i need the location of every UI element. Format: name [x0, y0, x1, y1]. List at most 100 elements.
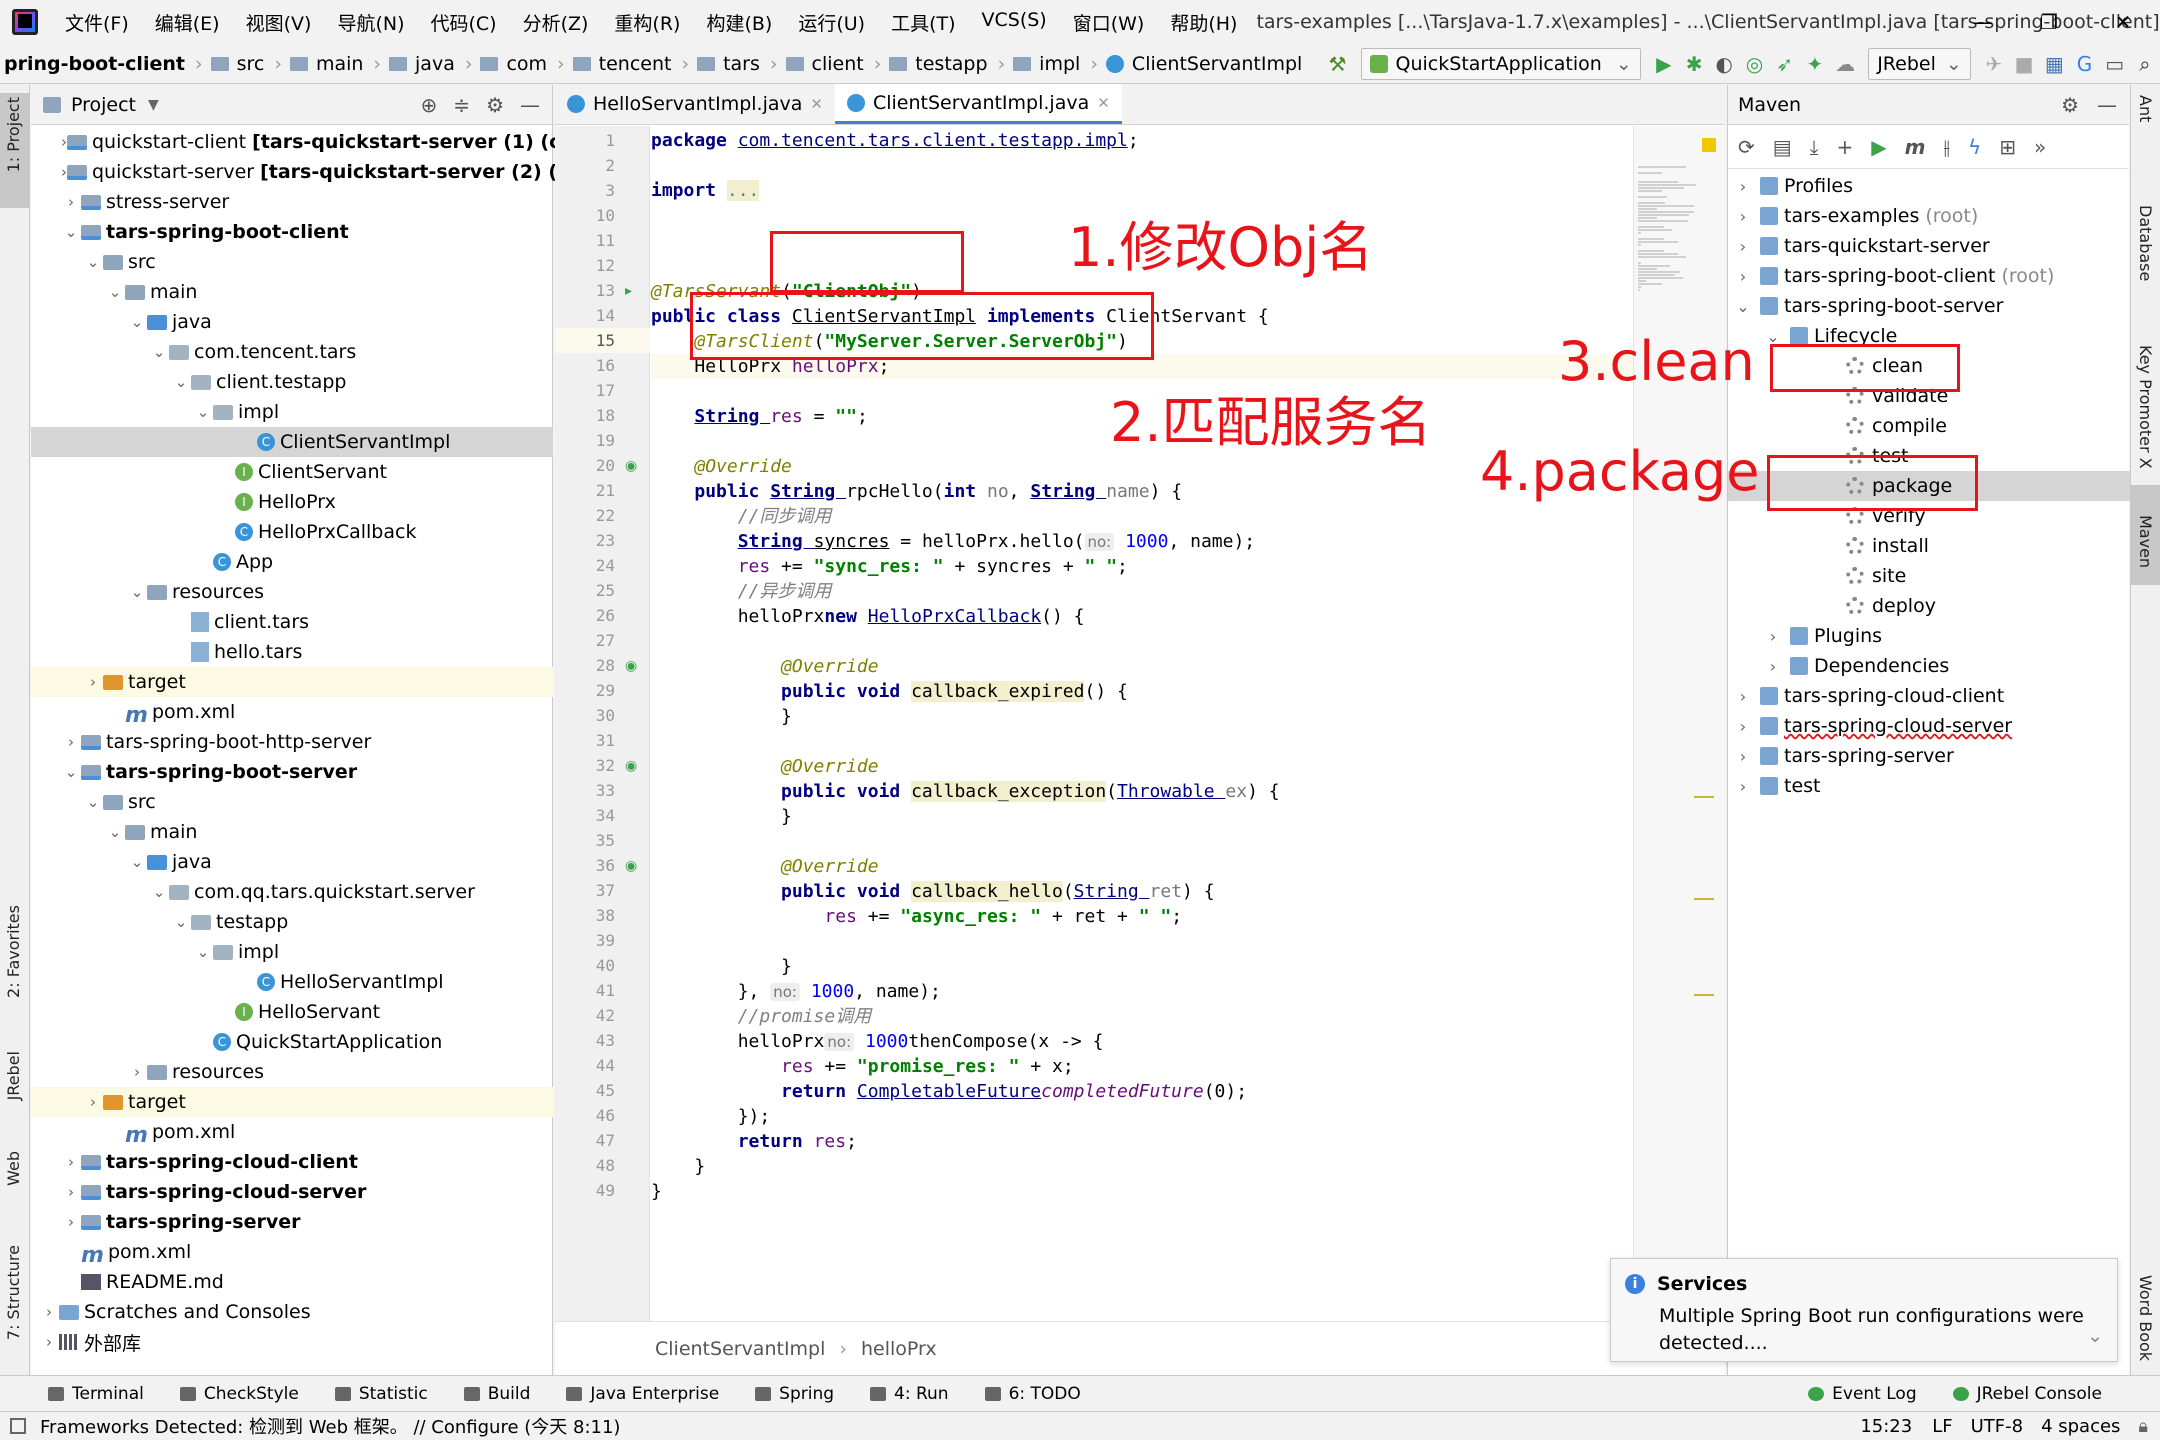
- project-tree-item[interactable]: ⌄ java: [31, 847, 553, 877]
- maven-lifecycle-goal[interactable]: validate: [1728, 381, 2130, 411]
- chevron-right-icon[interactable]: ›: [127, 1063, 147, 1081]
- chevron-down-icon[interactable]: ⌄: [61, 763, 81, 781]
- project-tree-item[interactable]: ⌄ testapp: [31, 907, 553, 937]
- menu-item[interactable]: 代码(C): [417, 9, 509, 36]
- maven-lifecycle-goal[interactable]: compile: [1728, 411, 2130, 441]
- project-tree-item[interactable]: C QuickStartApplication: [31, 1027, 553, 1057]
- chevron-right-icon[interactable]: ›: [61, 193, 81, 211]
- layout-icon[interactable]: ▭: [2104, 49, 2126, 79]
- tab-project[interactable]: 1: Project: [4, 97, 23, 172]
- project-tree-item[interactable]: ⌄ com.tencent.tars: [31, 337, 553, 367]
- project-tree-item[interactable]: › stress-server: [31, 187, 553, 217]
- jrebel-update-icon[interactable]: ✈: [1983, 49, 2005, 79]
- toggle-offline-icon[interactable]: ⫲: [1944, 135, 1950, 159]
- chevron-down-icon[interactable]: ⌄: [105, 823, 125, 841]
- bottom-tab[interactable]: 6: TODO: [967, 1384, 1099, 1404]
- menu-item[interactable]: 窗口(W): [1060, 9, 1158, 36]
- chevron-right-icon[interactable]: ›: [1764, 657, 1782, 676]
- chevron-right-icon[interactable]: ›: [1734, 177, 1752, 196]
- project-tree-item[interactable]: ⌄ impl: [31, 397, 553, 427]
- chevron-down-icon[interactable]: ⌄: [1734, 297, 1752, 316]
- dropdown-icon[interactable]: ▼: [148, 97, 159, 113]
- gear-icon[interactable]: ⚙: [2061, 93, 2079, 117]
- breadcrumb-item[interactable]: main ›: [286, 53, 385, 75]
- maven-tree-item[interactable]: › tars-spring-boot-client (root): [1728, 261, 2130, 291]
- project-tree-item[interactable]: m pom.xml: [31, 1237, 553, 1268]
- breadcrumb-item[interactable]: java ›: [385, 53, 476, 75]
- chevron-down-icon[interactable]: ⌄: [193, 403, 213, 421]
- chevron-right-icon[interactable]: ›: [1734, 747, 1752, 766]
- tab-structure[interactable]: 7: Structure: [4, 1245, 23, 1340]
- breadcrumb-item[interactable]: client ›: [782, 53, 886, 75]
- debug-icon[interactable]: ✱: [1683, 49, 1705, 79]
- project-tree-item[interactable]: › target: [31, 1087, 553, 1117]
- project-tree-item[interactable]: ⌄ client.testapp: [31, 367, 553, 397]
- line-separator[interactable]: LF: [1932, 1416, 1952, 1437]
- chevron-right-icon[interactable]: ›: [1734, 687, 1752, 706]
- breadcrumb-item[interactable]: impl ›: [1009, 53, 1102, 75]
- menu-item[interactable]: VCS(S): [969, 9, 1060, 36]
- tab-web[interactable]: Web: [4, 1151, 23, 1186]
- project-tree-item[interactable]: › resources: [31, 1057, 553, 1087]
- chevron-down-icon[interactable]: ⌄: [193, 943, 213, 961]
- tab-word-book[interactable]: Word Book: [2136, 1275, 2155, 1361]
- close-button[interactable]: ✕: [2090, 0, 2156, 44]
- chevron-right-icon[interactable]: ›: [39, 1303, 59, 1321]
- minimize-button[interactable]: —: [1950, 0, 2016, 44]
- maven-tree-item[interactable]: › tars-spring-server: [1728, 741, 2130, 771]
- chevron-right-icon[interactable]: ›: [83, 673, 103, 691]
- execute-goal-icon[interactable]: m: [1905, 135, 1926, 159]
- attach-icon[interactable]: ☁: [1834, 49, 1856, 79]
- project-tree-item[interactable]: › 外部库: [31, 1327, 553, 1357]
- status-message[interactable]: Frameworks Detected: 检测到 Web 框架。 // Conf…: [40, 1413, 620, 1439]
- maven-tree-item[interactable]: › tars-spring-cloud-client: [1728, 681, 2130, 711]
- project-tree-item[interactable]: C HelloPrxCallback: [31, 517, 553, 547]
- run-icon[interactable]: ▶: [1653, 49, 1675, 79]
- chevron-down-icon[interactable]: ⌄: [83, 253, 103, 271]
- services-notification[interactable]: i Services Multiple Spring Boot run conf…: [1610, 1258, 2118, 1362]
- maven-tree-item[interactable]: › tars-quickstart-server: [1728, 231, 2130, 261]
- code-area[interactable]: package com.tencent.tars.client.testapp.…: [651, 126, 1671, 1321]
- chevron-down-icon[interactable]: ⌄: [149, 883, 169, 901]
- bottom-tab[interactable]: Statistic: [317, 1384, 446, 1404]
- project-tree-item[interactable]: I ClientServant: [31, 457, 553, 487]
- maven-lifecycle-goal[interactable]: site: [1728, 561, 2130, 591]
- indent-setting[interactable]: 4 spaces: [2041, 1416, 2120, 1437]
- chevron-down-icon[interactable]: ⌄: [83, 793, 103, 811]
- project-tree-item[interactable]: ⌄ main: [31, 277, 553, 307]
- menu-item[interactable]: 分析(Z): [510, 9, 602, 36]
- maven-tree-item[interactable]: › tars-spring-cloud-server: [1728, 711, 2130, 741]
- tab-key-promoter[interactable]: Key Promoter X: [2136, 345, 2155, 469]
- hide-icon[interactable]: —: [2097, 93, 2117, 117]
- override-icon[interactable]: ◉: [625, 758, 637, 774]
- maven-tree-item[interactable]: ⌄ Lifecycle: [1728, 321, 2130, 351]
- reload-icon[interactable]: ⟳: [1738, 135, 1755, 159]
- override-icon[interactable]: ◉: [625, 858, 637, 874]
- chevron-right-icon[interactable]: ›: [1734, 717, 1752, 736]
- menu-item[interactable]: 视图(V): [233, 9, 325, 36]
- project-tree-item[interactable]: ⌄ resources: [31, 577, 553, 607]
- project-tree-item[interactable]: README.md: [31, 1267, 553, 1297]
- build-hammer-icon[interactable]: ⚒: [1326, 49, 1348, 79]
- restore-button[interactable]: ❐: [2016, 0, 2082, 44]
- project-tree-item[interactable]: › quickstart-client [tars-quickstart-serve…: [31, 127, 600, 157]
- override-icon[interactable]: ◉: [625, 658, 637, 674]
- tab-helloservantimpl[interactable]: HelloServantImpl.java ✕: [555, 84, 835, 124]
- bottom-tab[interactable]: Spring: [737, 1384, 852, 1404]
- menu-item[interactable]: 构建(B): [693, 9, 785, 36]
- project-structure-icon[interactable]: ▦: [2043, 49, 2065, 79]
- override-icon[interactable]: ◉: [625, 458, 637, 474]
- expand-icon[interactable]: ⌄: [2087, 1325, 2103, 1347]
- run-maven-icon[interactable]: ▶: [1871, 135, 1886, 159]
- menu-item[interactable]: 帮助(H): [1157, 9, 1250, 36]
- chevron-right-icon[interactable]: ›: [39, 1333, 59, 1351]
- menu-item[interactable]: 编辑(E): [142, 9, 233, 36]
- chevron-down-icon[interactable]: ⌄: [171, 373, 191, 391]
- chevron-down-icon[interactable]: ⌄: [1764, 327, 1782, 346]
- project-tree-item[interactable]: › tars-spring-server: [31, 1207, 553, 1237]
- jrebel-select[interactable]: JRebel ⌄: [1868, 47, 1971, 80]
- close-tab-icon[interactable]: ✕: [810, 95, 823, 113]
- menu-item[interactable]: 文件(F): [52, 9, 142, 36]
- project-tree-item[interactable]: C HelloServantImpl: [31, 967, 553, 997]
- maven-lifecycle-goal[interactable]: deploy: [1728, 591, 2130, 621]
